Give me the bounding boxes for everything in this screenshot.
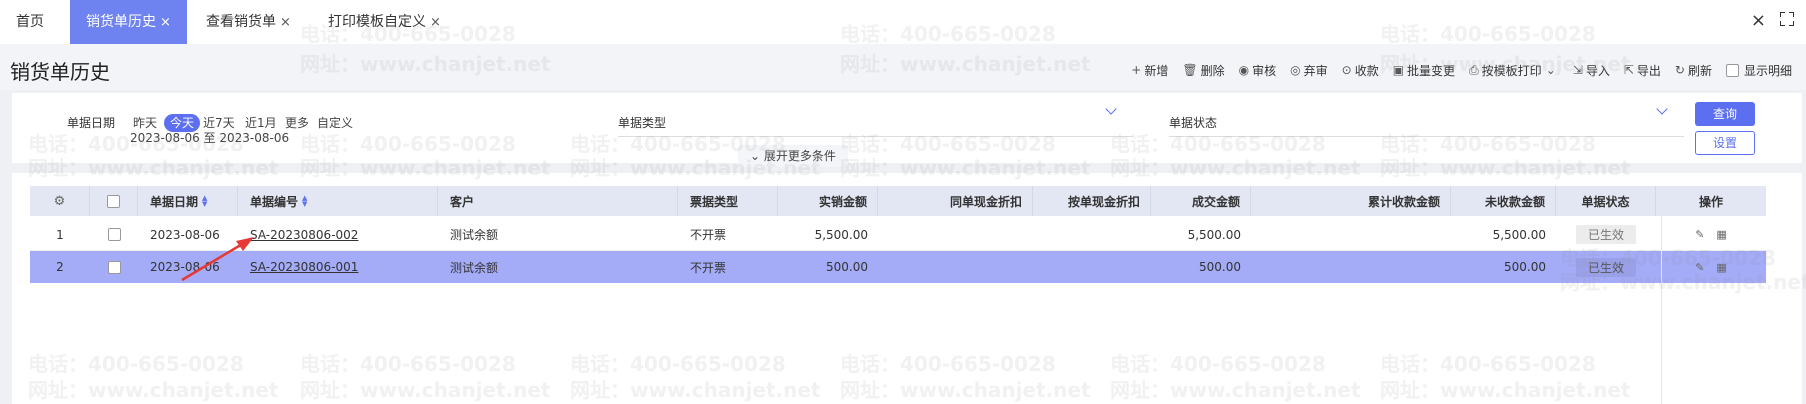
- annotation-arrow: [181, 237, 254, 282]
- arrow-head: [236, 237, 254, 251]
- arrow-shaft: [181, 241, 245, 282]
